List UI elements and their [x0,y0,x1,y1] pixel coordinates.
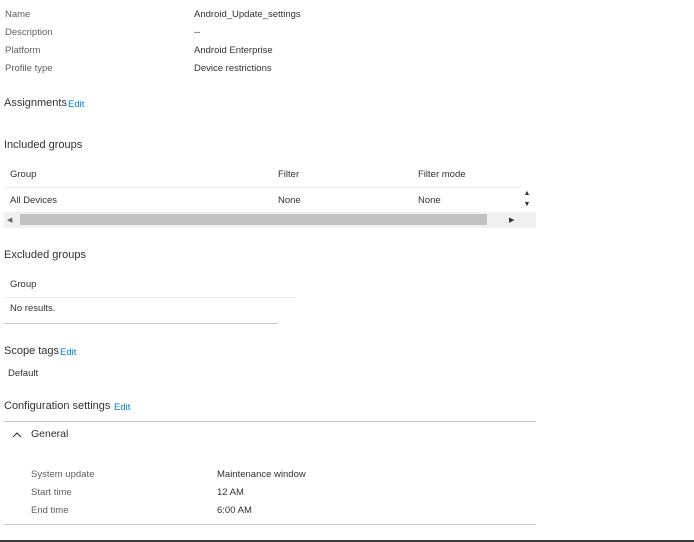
property-label-profile-type: Profile type [5,63,53,74]
property-label-description: Description [5,27,53,38]
setting-value-start-time: 12 AM [217,487,244,498]
property-value-name: Android_Update_settings [194,9,301,20]
scroll-left-arrow[interactable]: ◀ [7,216,12,224]
setting-label-end-time: End time [31,505,69,516]
setting-label-system-update: System update [31,469,95,480]
scroll-up-arrow[interactable]: ▲ [521,190,533,198]
general-section-toggle[interactable]: General [10,428,130,442]
column-header-group[interactable]: Group [10,279,36,290]
setting-value-end-time: 6:00 AM [217,505,252,516]
assignments-heading: Assignments [4,97,67,109]
property-label-name: Name [5,9,31,20]
property-value-description: -- [194,27,201,38]
table-header-divider [4,187,519,188]
empty-results-text: No results. [10,303,56,314]
cell-filter: None [278,195,301,206]
scope-tags-edit-link[interactable]: Edit [60,347,76,358]
table-header-divider [4,297,296,298]
included-groups-heading: Included groups [4,139,83,151]
table-bottom-divider [4,323,278,324]
configuration-settings-heading: Configuration settings [4,400,111,412]
column-header-filter[interactable]: Filter [278,169,299,180]
cell-filter-mode: None [418,195,441,206]
horizontal-scrollbar[interactable]: ◀ ▶ [4,212,536,228]
configuration-settings-edit-link[interactable]: Edit [114,402,130,413]
config-top-divider [4,421,536,422]
config-bottom-divider [4,524,536,525]
setting-label-start-time: Start time [31,487,72,498]
scroll-down-arrow[interactable]: ▼ [521,201,533,209]
property-value-platform: Android Enterprise [194,45,273,56]
setting-value-system-update: Maintenance window [217,469,306,480]
scope-tags-heading: Scope tags [4,345,60,357]
scrollbar-thumb[interactable] [20,214,487,225]
cell-group: All Devices [10,195,57,206]
scope-tag-value: Default [8,368,39,379]
assignments-edit-link[interactable]: Edit [68,99,84,110]
property-label-platform: Platform [5,45,41,56]
column-header-filter-mode[interactable]: Filter mode [418,169,466,180]
column-header-group[interactable]: Group [10,169,36,180]
excluded-groups-heading: Excluded groups [4,249,86,261]
chevron-up-icon [12,432,22,438]
scroll-right-arrow[interactable]: ▶ [509,216,514,224]
property-value-profile-type: Device restrictions [194,63,272,74]
general-section-title: General [31,428,69,440]
